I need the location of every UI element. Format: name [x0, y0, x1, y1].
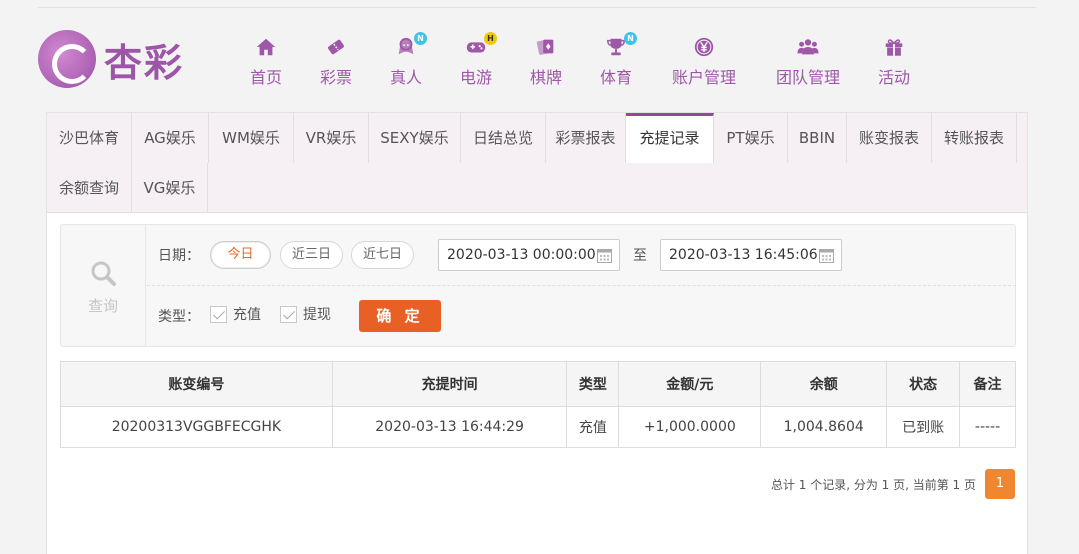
- start-date-field[interactable]: 2020-03-13 00:00:00: [438, 239, 620, 271]
- type-label: 类型：: [158, 309, 200, 325]
- new-badge: N: [414, 32, 427, 45]
- range-3days-button[interactable]: 近三日: [280, 241, 343, 269]
- range-7days-button[interactable]: 近七日: [351, 241, 414, 269]
- confirm-button[interactable]: 确 定: [359, 300, 441, 332]
- column-header: 备注: [959, 361, 1016, 407]
- nav-item-egames[interactable]: H 电游: [458, 32, 497, 92]
- cards-icon: [533, 36, 559, 58]
- gamepad-icon: H: [463, 32, 497, 58]
- column-header: 类型: [566, 361, 620, 407]
- nav-item-live[interactable]: N 真人: [388, 32, 427, 92]
- tab-ag[interactable]: AG娱乐: [132, 113, 209, 163]
- column-header: 状态: [886, 361, 961, 407]
- pagination-summary: 总计 1 个记录, 分为 1 页, 当前第 1 页: [770, 477, 976, 492]
- column-header: 充提时间: [331, 361, 568, 407]
- record-balance: 1,004.8604: [760, 406, 888, 448]
- checkbox-icon: [280, 305, 297, 323]
- table-row: 20200313VGGBFECGHK 2020-03-13 16:44:29 充…: [60, 406, 1016, 448]
- tab-balance-query[interactable]: 余额查询: [47, 163, 132, 213]
- ticket-icon: [323, 36, 349, 58]
- query-label: 查询: [87, 297, 118, 315]
- checkbox-icon: [210, 305, 227, 323]
- pagination: 总计 1 个记录, 分为 1 页, 当前第 1 页 1: [771, 469, 1015, 499]
- site-logo[interactable]: 杏彩: [38, 30, 184, 88]
- new-badge: N: [624, 32, 637, 45]
- records-table: 账变编号 充提时间 类型 金额/元 余额 状态 备注 20200313VGGBF…: [60, 361, 1016, 448]
- table-header-row: 账变编号 充提时间 类型 金额/元 余额 状态 备注: [60, 361, 1016, 407]
- team-icon: [795, 36, 821, 58]
- date-row: 日期： 今日 近三日 近七日 2020-03-13 00:00:00 至 202…: [147, 225, 1016, 286]
- nav-item-account[interactable]: 账户管理: [668, 36, 740, 92]
- date-label: 日期：: [158, 248, 200, 264]
- query-filter: 查询 日期： 今日 近三日 近七日 2020-03-13 00:00:00 至 …: [60, 224, 1016, 347]
- logo-emblem-icon: [38, 30, 96, 88]
- hot-badge: H: [484, 32, 497, 45]
- to-label: 至: [633, 248, 647, 264]
- trophy-icon: N: [603, 32, 637, 58]
- nav-item-team[interactable]: 团队管理: [772, 36, 844, 92]
- nav-item-sports[interactable]: N 体育: [598, 32, 637, 92]
- tab-bbin[interactable]: BBIN: [788, 113, 847, 163]
- record-id: 20200313VGGBFECGHK: [60, 406, 333, 448]
- record-note: -----: [959, 406, 1016, 448]
- tab-vg[interactable]: VG娱乐: [132, 163, 208, 213]
- type-deposit-checkbox[interactable]: 充值: [210, 304, 261, 324]
- type-withdraw-checkbox[interactable]: 提现: [280, 304, 331, 324]
- start-date-value: 2020-03-13 00:00:00: [447, 247, 596, 263]
- content-panel: 沙巴体育 AG娱乐 WM娱乐 VR娱乐 SEXY娱乐 日结总览 彩票报表 充提记…: [46, 112, 1028, 554]
- calendar-icon: [597, 249, 612, 263]
- site-header: 杏彩 首页 彩票 N 真人 H 电游 棋牌 N 体育 账户管理 团队管理 活动: [0, 0, 1079, 112]
- tab-daily-summary[interactable]: 日结总览: [461, 113, 546, 163]
- column-header: 账变编号: [60, 361, 333, 407]
- home-icon: [253, 36, 279, 58]
- record-amount: +1,000.0000: [618, 406, 762, 448]
- search-icon: [61, 259, 145, 293]
- nav-item-cards[interactable]: 棋牌: [528, 36, 564, 92]
- tab-pt[interactable]: PT娱乐: [714, 113, 788, 163]
- query-label-block: 查询: [61, 225, 146, 346]
- tab-transfer-report[interactable]: 转账报表: [932, 113, 1017, 163]
- nav-item-home[interactable]: 首页: [248, 36, 284, 92]
- tab-wm[interactable]: WM娱乐: [209, 113, 294, 163]
- record-type: 充值: [566, 406, 620, 448]
- nav-item-events[interactable]: 活动: [876, 36, 912, 92]
- report-tabs: 沙巴体育 AG娱乐 WM娱乐 VR娱乐 SEXY娱乐 日结总览 彩票报表 充提记…: [47, 113, 1027, 213]
- range-today-button[interactable]: 今日: [210, 241, 271, 269]
- tab-lottery-report[interactable]: 彩票报表: [546, 113, 626, 163]
- tab-shaba-sports[interactable]: 沙巴体育: [47, 113, 132, 163]
- nav-item-lottery[interactable]: 彩票: [318, 36, 354, 92]
- tab-account-change[interactable]: 账变报表: [847, 113, 932, 163]
- logo-text: 杏彩: [104, 39, 185, 85]
- live-dealer-icon: N: [393, 32, 427, 58]
- end-date-field[interactable]: 2020-03-13 16:45:06: [660, 239, 842, 271]
- end-date-value: 2020-03-13 16:45:06: [669, 247, 818, 263]
- gift-icon: [881, 36, 907, 58]
- calendar-icon: [819, 249, 834, 263]
- status-badge: 已到账: [886, 406, 961, 448]
- record-time: 2020-03-13 16:44:29: [331, 406, 568, 448]
- tab-deposit-withdraw[interactable]: 充提记录: [626, 113, 714, 163]
- column-header: 金额/元: [618, 361, 762, 407]
- tab-sexy[interactable]: SEXY娱乐: [369, 113, 461, 163]
- column-header: 余额: [760, 361, 888, 407]
- yen-coin-icon: [691, 36, 717, 58]
- page-button-current[interactable]: 1: [985, 469, 1015, 499]
- tab-vr[interactable]: VR娱乐: [294, 113, 369, 163]
- type-row: 类型： 充值 提现 确 定: [147, 286, 1016, 346]
